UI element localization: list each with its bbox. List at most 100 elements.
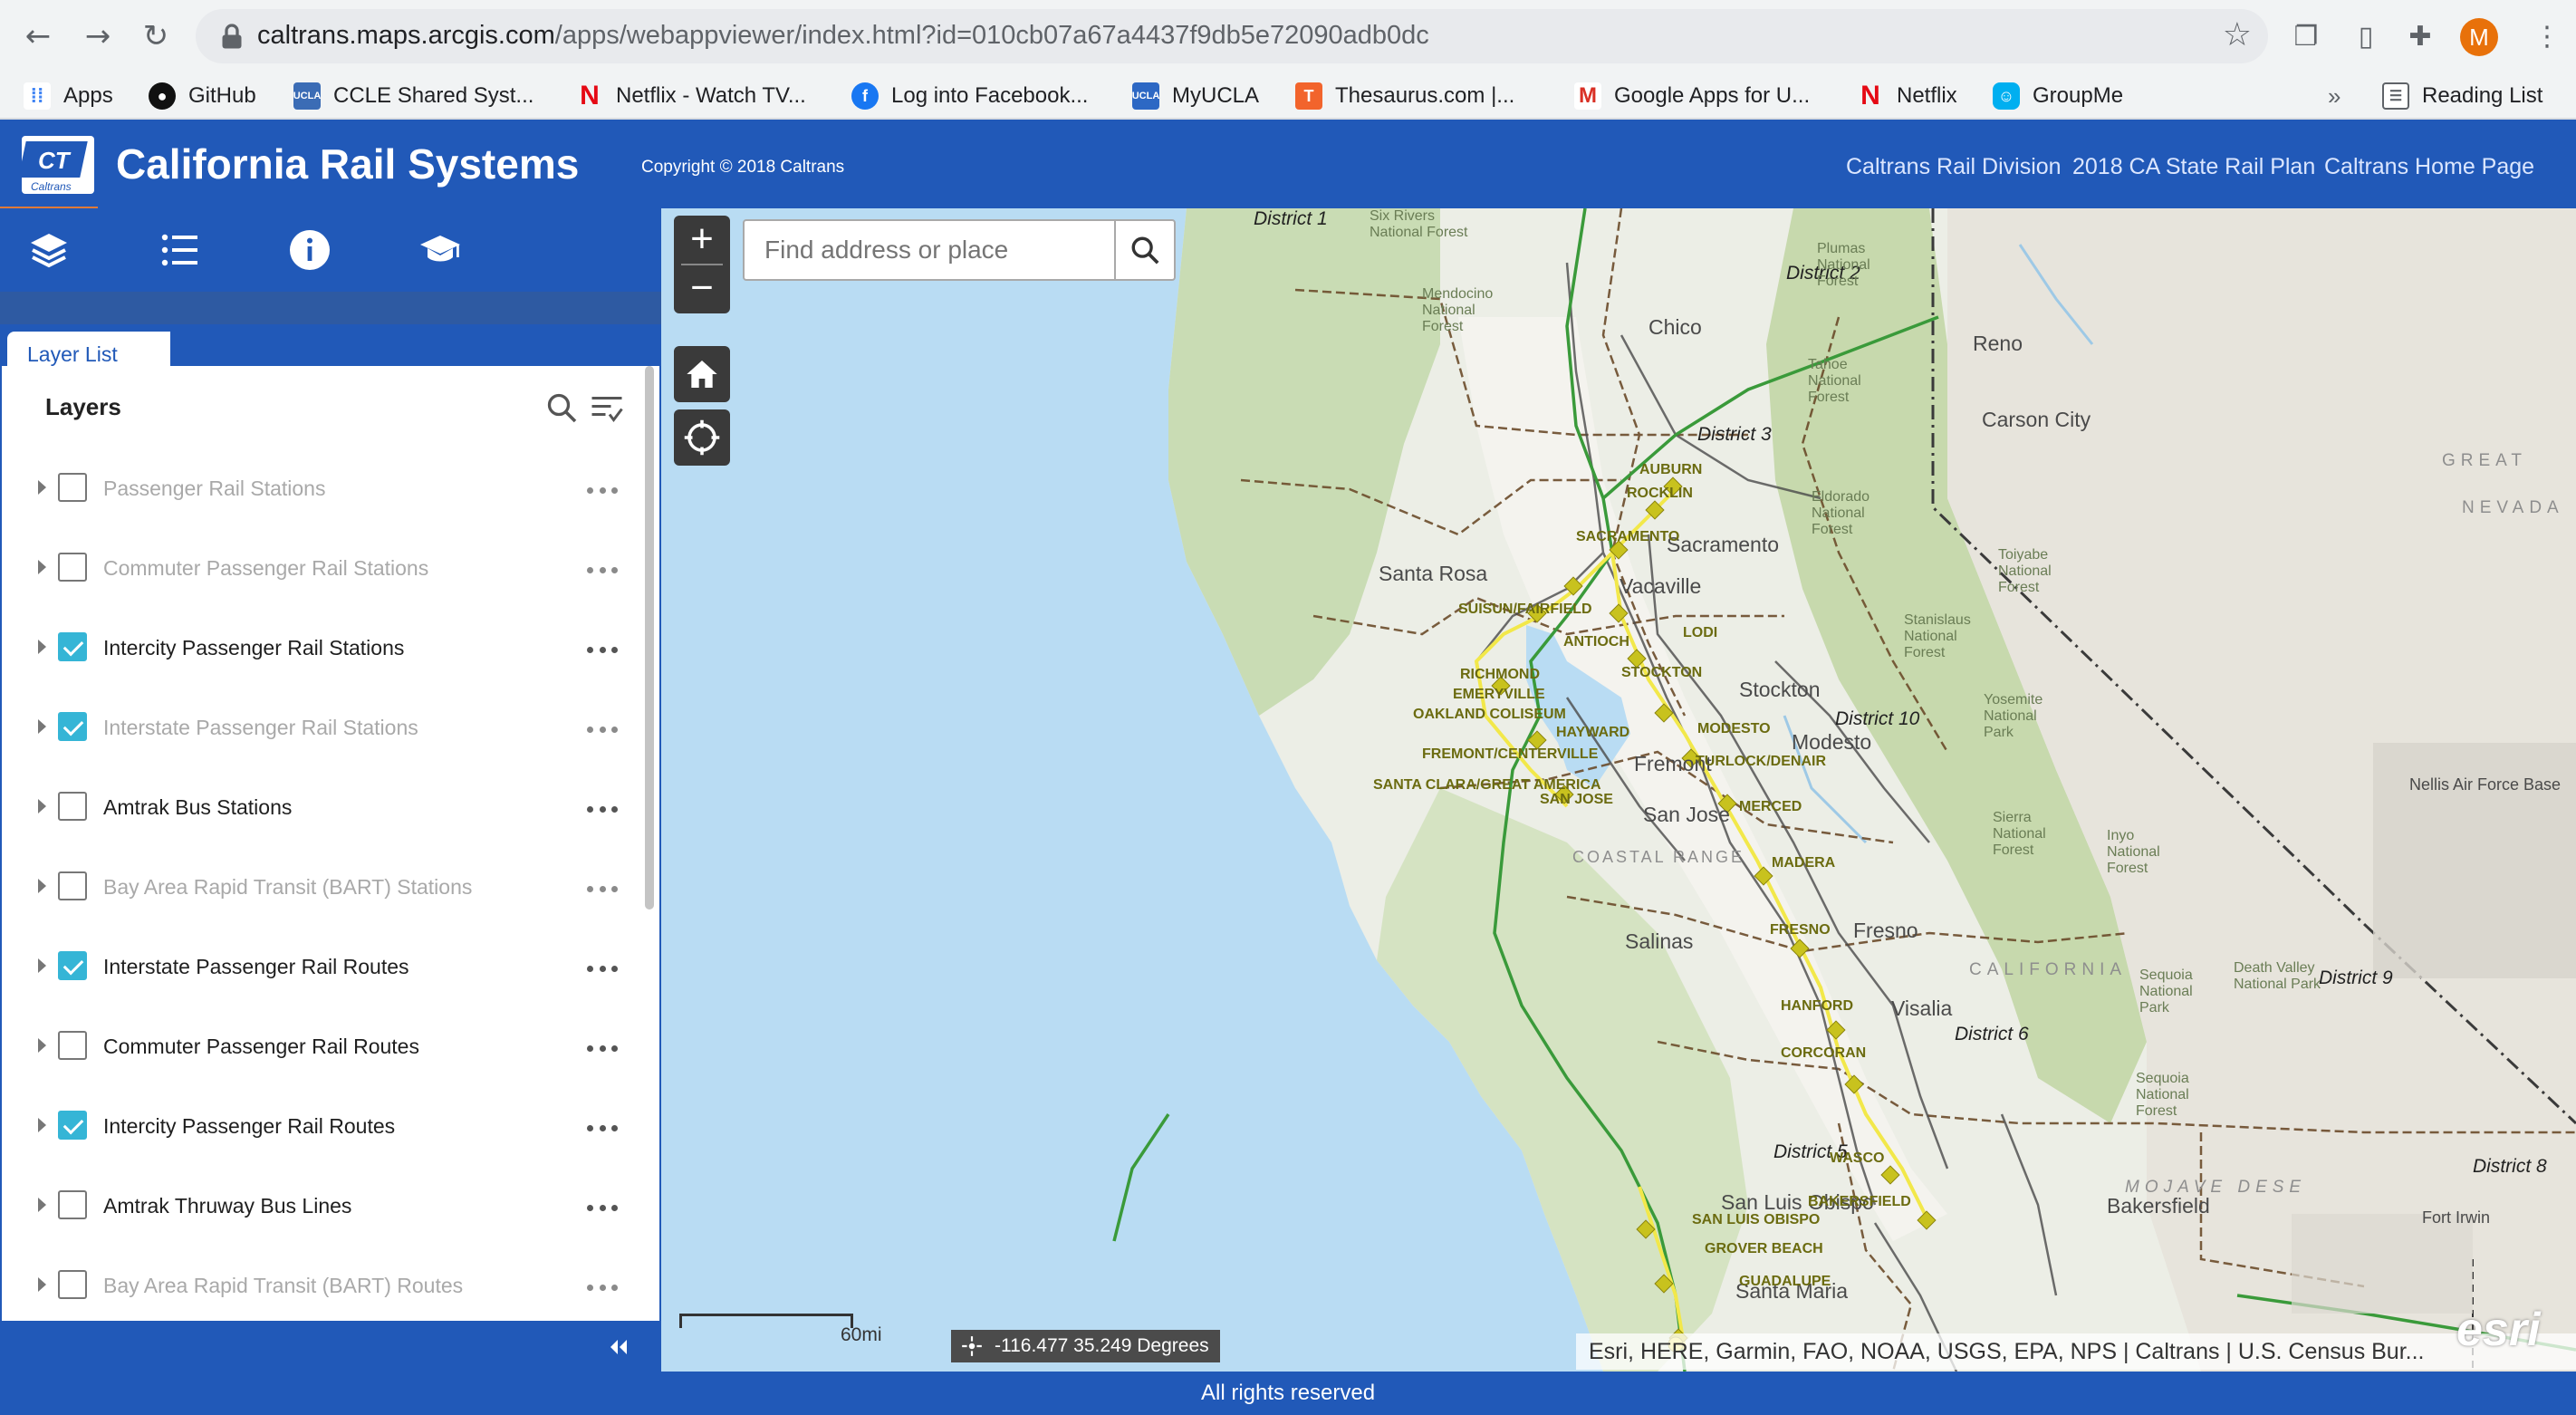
expand-caret-icon[interactable] bbox=[38, 1118, 46, 1132]
reload-icon[interactable]: ↻ bbox=[132, 13, 179, 60]
bookmark-google-apps[interactable]: M Google Apps for U... bbox=[1574, 80, 1810, 112]
station-label[interactable]: HAYWARD bbox=[1556, 725, 1629, 741]
bookmark-facebook[interactable]: f Log into Facebook... bbox=[851, 80, 1088, 112]
station-label[interactable]: LODI bbox=[1683, 625, 1717, 641]
expand-caret-icon[interactable] bbox=[38, 560, 46, 574]
collapse-panel-icon[interactable] bbox=[603, 1337, 632, 1357]
expand-caret-icon[interactable] bbox=[38, 1038, 46, 1053]
station-label[interactable]: ROCKLIN bbox=[1627, 486, 1693, 502]
bookmark-groupme[interactable]: ☺ GroupMe bbox=[1993, 80, 2123, 112]
layer-visibility-checkbox[interactable] bbox=[58, 951, 87, 980]
coordinate-readout[interactable]: -116.477 35.249 Degrees bbox=[951, 1330, 1220, 1362]
station-label[interactable]: GUADALUPE bbox=[1739, 1274, 1831, 1290]
station-label[interactable]: SUISUN/FAIRFIELD bbox=[1458, 602, 1592, 618]
station-label[interactable]: RICHMOND bbox=[1460, 667, 1540, 683]
back-arrow-icon[interactable]: ← bbox=[14, 13, 62, 60]
station-label[interactable]: MODESTO bbox=[1697, 721, 1771, 737]
station-label[interactable]: FRESNO bbox=[1770, 922, 1831, 939]
layer-row[interactable]: Bay Area Rapid Transit (BART) Routes bbox=[2, 1250, 636, 1323]
map-view[interactable]: + − Chico Reno Carson City Sacramento Sa… bbox=[661, 208, 2576, 1372]
layer-row[interactable]: Amtrak Bus Stations bbox=[2, 772, 636, 844]
more-options-icon[interactable] bbox=[587, 1205, 618, 1212]
expand-caret-icon[interactable] bbox=[38, 879, 46, 893]
station-label[interactable]: SAN JOSE bbox=[1540, 792, 1613, 808]
station-label[interactable]: AUBURN bbox=[1639, 462, 1702, 478]
layer-row[interactable]: Bay Area Rapid Transit (BART) Stations bbox=[2, 852, 636, 924]
legend-list-icon[interactable] bbox=[154, 225, 205, 275]
layer-visibility-checkbox[interactable] bbox=[58, 632, 87, 661]
panel-scrollbar[interactable] bbox=[645, 366, 654, 910]
expand-caret-icon[interactable] bbox=[38, 640, 46, 654]
search-submit-button[interactable] bbox=[1114, 221, 1174, 279]
station-label[interactable]: BAKERSFIELD bbox=[1808, 1194, 1911, 1210]
layer-visibility-checkbox[interactable] bbox=[58, 871, 87, 900]
puzzle-extensions-icon[interactable]: ✚ bbox=[2400, 16, 2440, 56]
layer-visibility-checkbox[interactable] bbox=[58, 792, 87, 821]
layer-row[interactable]: Commuter Passenger Rail Routes bbox=[2, 1011, 636, 1083]
bookmark-netflix[interactable]: N Netflix bbox=[1857, 80, 1957, 112]
bookmark-apps[interactable]: ⁞⁞ Apps bbox=[24, 80, 113, 112]
expand-caret-icon[interactable] bbox=[38, 719, 46, 734]
tab-layer-list[interactable]: Layer List bbox=[7, 332, 170, 370]
forward-arrow-icon[interactable]: → bbox=[74, 13, 121, 60]
more-options-icon[interactable] bbox=[587, 886, 618, 893]
filter-list-icon[interactable] bbox=[589, 391, 625, 424]
layer-visibility-checkbox[interactable] bbox=[58, 1031, 87, 1060]
layer-visibility-checkbox[interactable] bbox=[58, 1270, 87, 1299]
more-options-icon[interactable] bbox=[587, 567, 618, 574]
station-label[interactable]: TURLOCK/DENAIR bbox=[1696, 754, 1826, 770]
layer-visibility-checkbox[interactable] bbox=[58, 473, 87, 502]
station-label[interactable]: WASCO bbox=[1830, 1150, 1884, 1167]
locate-button[interactable] bbox=[674, 409, 730, 466]
zoom-in-button[interactable]: + bbox=[690, 217, 714, 264]
station-label[interactable]: STOCKTON bbox=[1621, 665, 1702, 681]
more-options-icon[interactable] bbox=[587, 1285, 618, 1292]
zoom-out-button[interactable]: − bbox=[690, 265, 714, 313]
expand-caret-icon[interactable] bbox=[38, 480, 46, 495]
station-label[interactable]: ANTIOCH bbox=[1563, 634, 1629, 650]
layer-row[interactable]: Intercity Passenger Rail Stations bbox=[2, 612, 636, 685]
more-options-icon[interactable] bbox=[587, 1125, 618, 1132]
expand-caret-icon[interactable] bbox=[38, 1198, 46, 1212]
station-label[interactable]: EMERYVILLE bbox=[1453, 687, 1545, 703]
menu-kebab-icon[interactable]: ⋮ bbox=[2527, 16, 2567, 56]
page-icon[interactable]: ▯ bbox=[2346, 16, 2386, 56]
station-label[interactable]: OAKLAND COLISEUM bbox=[1413, 707, 1566, 723]
layer-row[interactable]: Commuter Passenger Rail Stations bbox=[2, 533, 636, 605]
layer-row[interactable]: Interstate Passenger Rail Routes bbox=[2, 931, 636, 1004]
home-button[interactable] bbox=[674, 346, 730, 402]
layer-row[interactable]: Passenger Rail Stations bbox=[2, 453, 636, 525]
reading-list-button[interactable]: ☰ Reading List bbox=[2382, 80, 2542, 112]
layer-visibility-checkbox[interactable] bbox=[58, 712, 87, 741]
bookmark-github[interactable]: ● GitHub bbox=[149, 80, 256, 112]
more-options-icon[interactable] bbox=[587, 727, 618, 734]
layer-visibility-checkbox[interactable] bbox=[58, 1190, 87, 1219]
bookmarks-overflow-icon[interactable]: » bbox=[2328, 80, 2341, 112]
link-state-rail-plan[interactable]: 2018 CA State Rail Plan bbox=[2072, 154, 2315, 180]
info-icon[interactable] bbox=[284, 225, 335, 275]
graduation-cap-icon[interactable] bbox=[415, 225, 466, 275]
layer-row[interactable]: Intercity Passenger Rail Routes bbox=[2, 1091, 636, 1163]
bookmark-netflix-watch[interactable]: N Netflix - Watch TV... bbox=[576, 80, 806, 112]
station-label[interactable]: CORCORAN bbox=[1781, 1045, 1866, 1062]
bookmark-thesaurus[interactable]: T Thesaurus.com |... bbox=[1295, 80, 1514, 112]
expand-caret-icon[interactable] bbox=[38, 958, 46, 973]
bookmark-myucla[interactable]: UCLA MyUCLA bbox=[1132, 80, 1259, 112]
address-search-input[interactable] bbox=[745, 221, 1116, 279]
link-caltrans-home[interactable]: Caltrans Home Page bbox=[2324, 154, 2534, 180]
extension-icon[interactable]: ❐ bbox=[2286, 16, 2326, 56]
station-label[interactable]: GROVER BEACH bbox=[1705, 1241, 1823, 1257]
search-icon[interactable] bbox=[545, 391, 578, 424]
layer-visibility-checkbox[interactable] bbox=[58, 553, 87, 582]
bookmark-star-icon[interactable]: ☆ bbox=[2223, 16, 2252, 53]
layer-row[interactable]: Interstate Passenger Rail Stations bbox=[2, 692, 636, 765]
layer-row[interactable]: Amtrak Thruway Bus Lines bbox=[2, 1170, 636, 1243]
station-label[interactable]: FREMONT/CENTERVILLE bbox=[1422, 746, 1598, 763]
layer-visibility-checkbox[interactable] bbox=[58, 1111, 87, 1140]
more-options-icon[interactable] bbox=[587, 1045, 618, 1053]
more-options-icon[interactable] bbox=[587, 647, 618, 654]
more-options-icon[interactable] bbox=[587, 487, 618, 495]
station-label[interactable]: MADERA bbox=[1772, 855, 1835, 871]
layers-stack-icon[interactable] bbox=[24, 225, 74, 275]
more-options-icon[interactable] bbox=[587, 966, 618, 973]
